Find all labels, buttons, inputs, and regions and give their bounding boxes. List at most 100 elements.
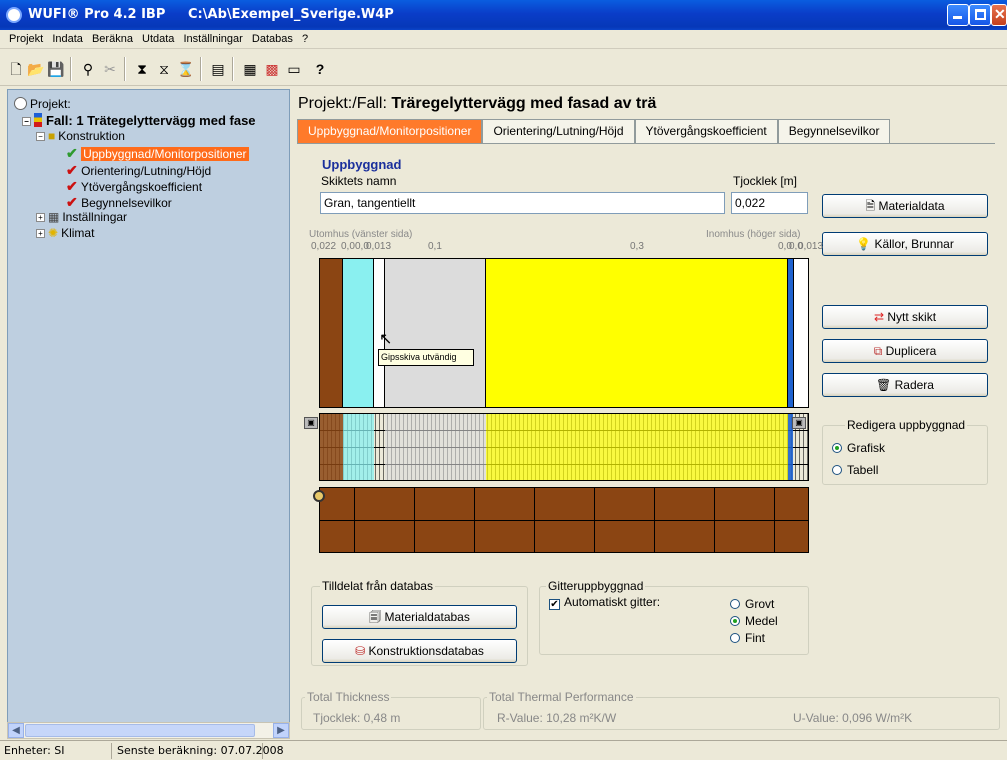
tree-construction[interactable]: − ■ Konstruktion [36,129,125,143]
layer-inner-board[interactable] [793,259,808,407]
radio-dot [730,616,740,626]
radio-dot [730,633,740,643]
toolbar-separator [232,57,234,81]
page-title: Projekt:/Fall: Träregelyttervägg med fas… [298,95,657,112]
delete-button[interactable]: 🗑 Radera [822,373,988,397]
radio-medel[interactable]: Medel [730,614,778,628]
grid-diagram[interactable] [319,413,809,481]
sensor-icon[interactable] [313,490,325,502]
edit-mode-title: Redigera uppbyggnad [845,418,968,432]
graph-icon[interactable]: ▩ [262,59,282,79]
new-file-icon[interactable]: 🗋 [6,59,26,79]
tree-horizontal-scrollbar[interactable]: ◀ ▶ [7,722,290,739]
tree-item-ytovergang[interactable]: ✔ Ytövergångskoefficient [66,178,202,195]
checkbox-check-icon: ✔ [549,599,560,610]
toolbar-separator [200,57,202,81]
tree-item-begynnelsevilkor[interactable]: ✔ Begynnelsevilkor [66,194,172,211]
calculate-all-icon[interactable]: ⧖ [154,59,174,79]
scroll-right-icon[interactable]: ▶ [273,723,289,738]
tick-label: 0,3 [630,241,644,252]
help-icon[interactable]: ? [310,59,330,79]
layer-name-label: Skiktets namn [321,174,397,188]
tree-item-label: Begynnelsevilkor [81,196,172,210]
case-icon [34,113,42,127]
menu-installningar[interactable]: Inställningar [181,30,246,45]
bulb-icon: 💡 [856,237,872,251]
project-tree: Projekt: − Fall: 1 Trätegelyttervägg med … [7,89,290,739]
remove-case-icon[interactable]: ✂ [100,59,120,79]
grid-insulation-2 [486,414,788,480]
duplicate-icon: ⧉ [873,344,883,358]
menu-projekt[interactable]: Projekt [6,30,46,45]
sun-icon: ✺ [48,226,59,240]
tree-root[interactable]: Projekt: [14,97,71,111]
radio-tabell[interactable]: Tabell [832,463,878,477]
scroll-left-icon[interactable]: ◀ [8,723,24,738]
save-icon[interactable]: 💾 [46,59,66,79]
layer-name-field[interactable]: Gran, tangentiellt [320,192,725,214]
menu-help[interactable]: ? [299,30,311,45]
grid-insulation-1 [385,414,486,480]
maximize-button[interactable] [969,4,991,26]
menu-berakna[interactable]: Beräkna [89,30,136,45]
layer-air-gap[interactable] [343,259,374,407]
expand-icon[interactable]: + [36,229,45,238]
layer-insulation-2[interactable] [486,259,788,407]
calculate-icon[interactable]: ⧗ [132,59,152,79]
layer-wood-outer[interactable] [320,259,343,407]
project-icon [14,97,27,110]
monitor-right-icon[interactable]: ▣ [792,417,806,429]
app-icon [6,7,22,23]
report-icon[interactable]: ▭ [284,59,304,79]
open-folder-icon[interactable]: 📂 [26,59,46,79]
film-icon[interactable]: ▦ [240,59,260,79]
document-icon: 🗎 [865,199,876,213]
menu-utdata[interactable]: Utdata [139,30,177,45]
tab-orientering[interactable]: Orientering/Lutning/Höjd [482,119,635,143]
window-title: WUFI® Pro 4.2 IBP C:\Ab\Exempel_Sverige.… [28,7,394,22]
thickness-field[interactable]: 0,022 [731,192,808,214]
radio-grafisk[interactable]: Grafisk [832,441,885,455]
tab-uppbyggnad[interactable]: Uppbyggnad/Monitorpositioner [297,119,483,143]
menu-databas[interactable]: Databas [249,30,296,45]
add-case-icon[interactable]: ⚲ [78,59,98,79]
auto-grid-checkbox[interactable]: ✔ Automatiskt gitter: [549,595,660,610]
radio-fint[interactable]: Fint [730,631,765,645]
material-data-button[interactable]: 🗎 Materialdata [822,194,988,218]
monitor-left-icon[interactable]: ▣ [304,417,318,429]
material-database-button[interactable]: 🗐 Materialdatabas [322,605,517,629]
tree-settings[interactable]: + ▦ Inställningar [36,210,127,224]
grid-group-title: Gitteruppbyggnad [546,579,646,593]
outside-label: Utomhus (vänster sida) [309,229,413,240]
tree-item-uppbyggnad[interactable]: ✔ Uppbyggnad/Monitorpositioner [66,145,249,162]
sources-button[interactable]: 💡 Källor, Brunnar [822,232,988,256]
duplicate-button[interactable]: ⧉ Duplicera [822,339,988,363]
collapse-icon[interactable]: − [36,132,45,141]
collapse-icon[interactable]: − [22,117,31,126]
menu-indata[interactable]: Indata [49,30,86,45]
toolbar: 🗋 📂 💾 ⚲ ✂ ⧗ ⧖ ⌛ ▤ ▦ ▩ ▭ ? [0,50,1007,86]
expand-icon[interactable]: + [36,213,45,222]
tree-item-orientering[interactable]: ✔ Orientering/Lutning/Höjd [66,162,211,179]
close-button[interactable]: ✕ [991,4,1007,26]
minimize-button[interactable] [947,4,969,26]
tab-ytovergang[interactable]: Ytövergångskoefficient [634,119,778,143]
radio-grovt[interactable]: Grovt [730,597,774,611]
tree-case[interactable]: − Fall: 1 Trätegelyttervägg med fase [22,113,256,128]
layer-insulation-1[interactable] [385,259,486,407]
calendar-icon: ▦ [48,210,60,224]
tree-climate[interactable]: + ✺ Klimat [36,226,94,240]
scroll-thumb[interactable] [25,724,255,737]
results-icon[interactable]: ▤ [208,59,228,79]
layer-diagram[interactable] [319,258,809,408]
new-layer-button[interactable]: ⇄ Nytt skikt [822,305,988,329]
tab-begynnelsevilkor[interactable]: Begynnelsevilkor [777,119,891,143]
inside-label: Inomhus (höger sida) [706,229,801,240]
construction-db-icon: ⛁ [355,644,366,658]
cursor-icon: ↖ [379,331,393,348]
batch-icon[interactable]: ⌛ [176,59,196,79]
database-icon: 🗐 [369,610,382,624]
tree-item-label: Uppbyggnad/Monitorpositioner [81,147,249,161]
construction-database-button[interactable]: ⛁ Konstruktionsdatabas [322,639,517,663]
r-value: R-Value: 10,28 m²K/W [497,711,617,725]
